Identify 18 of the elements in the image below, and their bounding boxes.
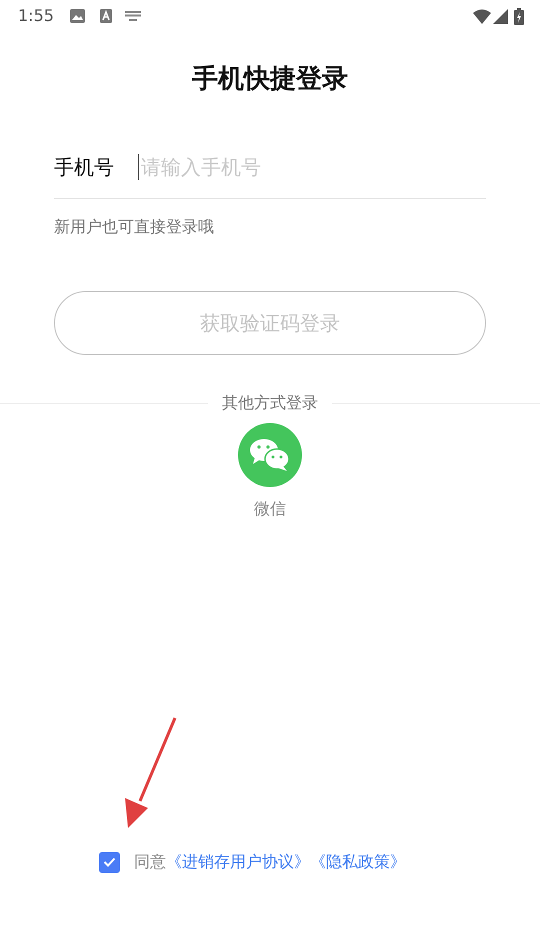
other-login-heading: 其他方式登录 <box>221 392 319 414</box>
wifi-icon <box>473 8 491 24</box>
wechat-label: 微信 <box>254 498 286 520</box>
page-title: 手机快捷登录 <box>191 63 349 96</box>
keyboard-icon <box>124 11 141 21</box>
text-icon <box>100 9 112 23</box>
agree-checkbox[interactable] <box>99 852 120 872</box>
agreement-link[interactable]: 《进销存用户协议》 <box>166 850 310 874</box>
battery-icon <box>514 8 524 24</box>
phone-label: 手机号 <box>54 154 115 180</box>
signal-icon <box>493 8 508 24</box>
check-icon <box>103 857 116 867</box>
agreement-link[interactable]: 《隐私政策》 <box>310 850 406 874</box>
chat-bubbles-icon <box>250 438 290 472</box>
status-time: 1:55 <box>18 5 54 27</box>
image-icon <box>70 9 85 23</box>
hint-text: 新用户也可直接登录哦 <box>54 216 215 238</box>
agree-text: 同意 <box>134 851 166 873</box>
